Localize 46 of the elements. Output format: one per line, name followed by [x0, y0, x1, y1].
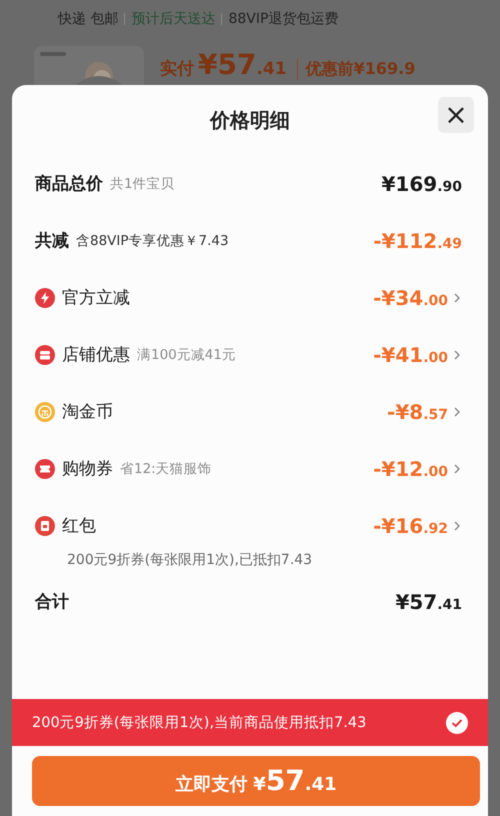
chevron-icon	[452, 406, 462, 418]
chevron-icon	[452, 462, 462, 474]
paid-label: 实付	[160, 58, 194, 80]
original-price: 优惠前¥169.9	[296, 59, 416, 80]
row-note: 共1件宝贝	[110, 174, 175, 192]
price-amount: -¥112.49	[373, 228, 462, 252]
banner-text: 200元9折券(每张限用1次),当前商品使用抵扣7.43	[32, 714, 366, 732]
discount-row[interactable]: 红包 -¥16.92	[35, 497, 462, 547]
shipping-text: 预计后天送达	[131, 10, 216, 28]
discount-amount: -¥12.00	[373, 456, 448, 480]
paid-price: ¥57.41	[198, 48, 287, 81]
row-label: 淘金币	[62, 401, 113, 423]
row-label: 官方立减	[62, 287, 130, 309]
discount-amount: -¥34.00	[373, 286, 448, 310]
row-detail: 200元9折券(每张限用1次),已抵扣7.43	[67, 551, 314, 570]
price-amount: ¥57.41	[395, 590, 462, 614]
row-note: 省12:天猫服饰	[120, 460, 212, 478]
row-label: 商品总价	[35, 173, 103, 195]
discount-amount: -¥8.57	[387, 400, 448, 424]
checkbox[interactable]	[446, 712, 468, 734]
shipping-text: 88VIP退货包运费	[228, 10, 338, 28]
discount-row[interactable]: 店铺优惠 满100元减41元 -¥41.00	[35, 326, 462, 383]
row-label: 红包	[62, 515, 96, 537]
row-label: 合计	[35, 591, 69, 613]
store-icon	[35, 344, 55, 364]
discount-row[interactable]: 购物券 省12:天猫服饰 -¥12.00	[35, 440, 462, 497]
row-note: 含88VIP专享优惠￥7.43	[76, 232, 229, 250]
price-amount: ¥169.90	[382, 172, 462, 196]
discount-amount: -¥41.00	[373, 342, 448, 366]
discount-amount: -¥16.92	[373, 514, 448, 538]
row-label: 店铺优惠	[62, 344, 130, 366]
chevron-icon	[452, 292, 462, 304]
sheet-title: 价格明细	[210, 106, 290, 134]
row-label: 购物券	[62, 458, 113, 480]
row-label: 共减	[35, 230, 69, 252]
discount-row[interactable]: 官方立减 -¥34.00	[35, 269, 462, 326]
lightning-icon	[35, 288, 55, 308]
ticket-icon	[35, 458, 55, 478]
shipping-text: 快递 包邮	[58, 10, 118, 28]
row-note: 满100元减41元	[137, 346, 236, 364]
chevron-icon	[452, 520, 462, 532]
close-button[interactable]: ×	[438, 97, 474, 133]
envelope-icon	[35, 516, 55, 536]
discount-row[interactable]: 淘金币 -¥8.57	[35, 383, 462, 440]
coin-icon	[35, 402, 55, 422]
chevron-icon	[452, 348, 462, 360]
